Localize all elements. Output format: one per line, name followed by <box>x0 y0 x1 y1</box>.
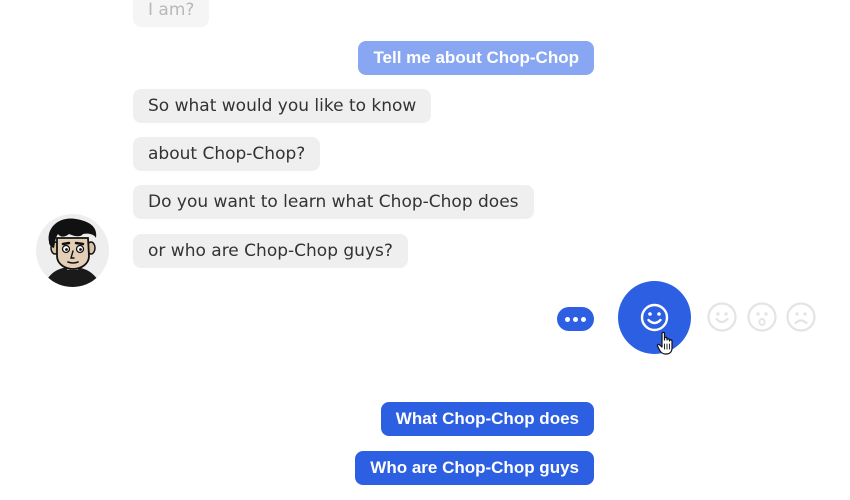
bot-message: Do you want to learn what Chop-Chop does <box>133 185 534 219</box>
quick-reply-button[interactable]: Who are Chop-Chop guys <box>355 451 594 485</box>
bot-message: or who are Chop-Chop guys? <box>133 234 408 268</box>
avatar-illustration <box>44 218 101 287</box>
typing-indicator <box>557 307 594 331</box>
typing-dot <box>573 317 578 322</box>
surprised-face-icon[interactable] <box>747 302 777 332</box>
chat-stage: I am? Tell me about Chop-Chop So what wo… <box>0 0 850 500</box>
user-message: Tell me about Chop-Chop <box>358 41 594 75</box>
bot-message: So what would you like to know <box>133 89 432 123</box>
sad-face-icon[interactable] <box>786 302 816 332</box>
smile-face-icon <box>640 303 669 332</box>
reaction-button[interactable] <box>618 281 691 354</box>
typing-dot <box>565 317 570 322</box>
bot-message: about Chop-Chop? <box>133 137 321 171</box>
hand-cursor-icon <box>656 331 673 355</box>
typing-dot <box>581 317 586 322</box>
bot-avatar <box>36 214 109 287</box>
bot-message: I am? <box>133 0 210 27</box>
quick-reply-button[interactable]: What Chop-Chop does <box>380 402 594 436</box>
happy-face-icon[interactable] <box>707 302 737 332</box>
